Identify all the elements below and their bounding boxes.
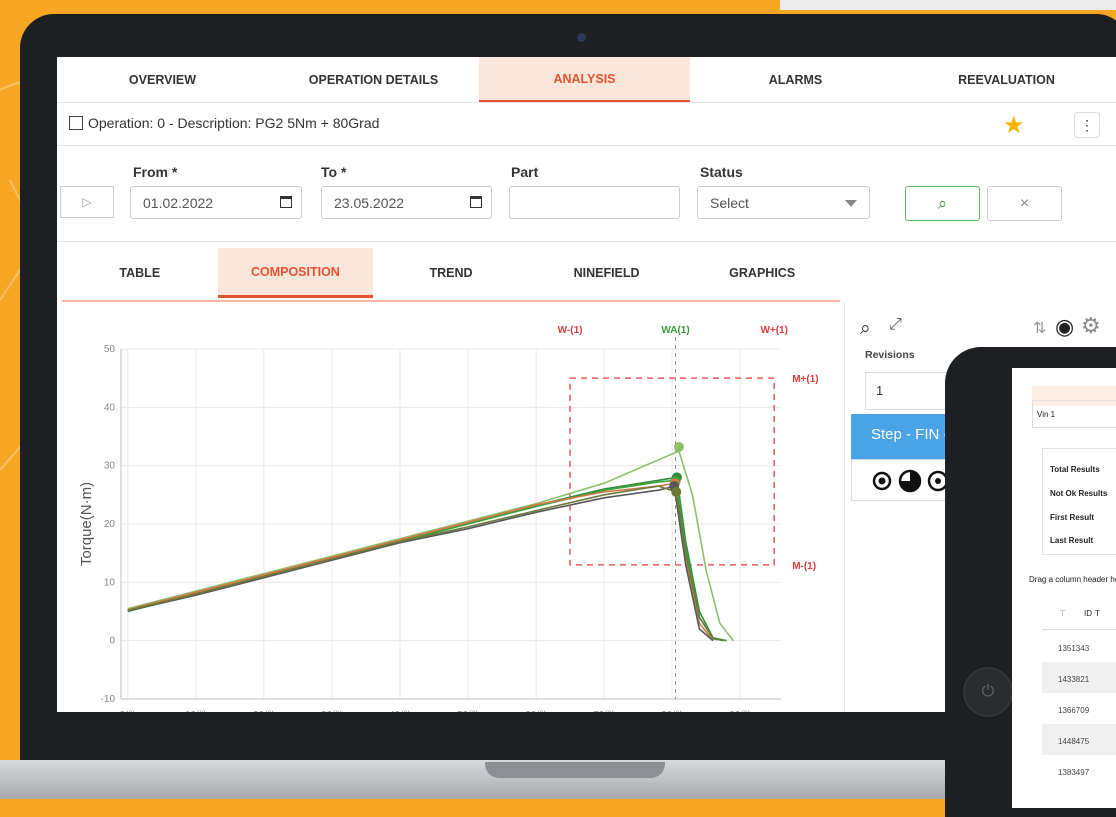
expand-icon[interactable]: ⤢ <box>889 316 902 334</box>
y-tick-label: 20 <box>104 519 116 530</box>
from-date-input[interactable]: 01.02.2022 <box>130 186 302 219</box>
phone-drag-hint: Drag a column header he <box>1029 575 1116 584</box>
composition-chart: 0(°) 10(°) 20(°) 30(°) 40(°) 50(°) 60(°) 70(°) 8… <box>57 302 843 712</box>
tab-alarms[interactable]: ALARMS <box>690 57 901 102</box>
phone-screen: Vin 1 Total Results Not Ok Results First… <box>1012 368 1116 808</box>
calendar-icon[interactable] <box>280 196 292 208</box>
y-tick-label: 10 <box>104 577 116 588</box>
y-tick-label: 0 <box>109 636 115 647</box>
pie-chart-icon[interactable] <box>898 469 922 493</box>
from-label: From * <box>133 164 178 180</box>
filter-bar: ▷ From * 01.02.2022 To * 23.05.2022 Part… <box>57 146 1116 242</box>
status-value: Select <box>710 195 749 211</box>
operation-icon <box>69 116 83 130</box>
sort-icon[interactable]: ⇅ <box>1033 318 1046 338</box>
to-date-input[interactable]: 23.05.2022 <box>321 186 492 219</box>
more-options-icon[interactable]: ⋮ <box>1074 112 1100 138</box>
series-line <box>127 450 735 642</box>
x-tick-label: 30(°) <box>321 710 343 712</box>
laptop-notch <box>485 762 665 778</box>
x-tick-label: 50(°) <box>457 710 479 712</box>
series-line <box>127 485 714 642</box>
series-end-point <box>671 486 682 497</box>
calendar-icon[interactable] <box>470 196 482 208</box>
part-input[interactable] <box>509 186 680 219</box>
tab-composition[interactable]: COMPOSITION <box>217 248 374 298</box>
y-tick-label: 50 <box>104 344 116 355</box>
y-tick-label: 30 <box>104 461 116 472</box>
x-tick-label: 80(°) <box>661 710 683 712</box>
y-tick-label: 40 <box>104 402 116 413</box>
series-line <box>127 479 727 642</box>
analysis-sub-tabs: TABLE COMPOSITION TREND NINEFIELD GRAPHI… <box>62 248 840 302</box>
chevron-down-icon <box>845 200 857 207</box>
status-label: Status <box>700 164 743 180</box>
phone-row-id: 1383497 <box>1058 768 1090 777</box>
phone-row-id: 1448475 <box>1058 737 1090 746</box>
x-tick-label: 0(°) <box>120 710 136 712</box>
search-button[interactable]: ⌕ <box>905 186 980 221</box>
phone-row-id: 1366709 <box>1058 706 1090 715</box>
w-minus-label: W-(1) <box>558 325 583 336</box>
phone-row-id: 1351343 <box>1058 644 1090 653</box>
eye-icon[interactable]: ◉ <box>1055 314 1074 340</box>
series-line <box>127 485 724 642</box>
torque-angle-chart: 0(°) 10(°) 20(°) 30(°) 40(°) 50(°) 60(°) 70(°) 8… <box>78 325 819 712</box>
series-line <box>127 482 714 642</box>
y-tick-label: -10 <box>101 694 116 705</box>
tab-operation-details[interactable]: OPERATION DETAILS <box>268 57 479 102</box>
home-button-icon: ⏻ <box>963 667 1013 717</box>
to-date-value: 23.05.2022 <box>334 195 405 211</box>
tab-ninefield[interactable]: NINEFIELD <box>529 248 685 298</box>
m-minus-label: M-(1) <box>792 561 816 572</box>
phone-stat-notok: Not Ok Results <box>1050 489 1108 498</box>
laptop-camera <box>577 33 586 42</box>
close-icon: × <box>1019 195 1030 212</box>
operation-bar: Operation: 0 - Description: PG2 5Nm + 80… <box>57 103 1116 146</box>
status-select[interactable]: Select <box>697 186 870 219</box>
revision-value: 1 <box>876 383 884 398</box>
to-label: To * <box>321 164 347 180</box>
phone-col-t[interactable]: T <box>1095 609 1100 618</box>
x-tick-label: 40(°) <box>389 710 411 712</box>
tab-reevaluation[interactable]: REEVALUATION <box>901 57 1112 102</box>
revisions-label: Revisions <box>865 349 915 361</box>
tab-overview[interactable]: OVERVIEW <box>57 57 268 102</box>
main-tabs: OVERVIEW OPERATION DETAILS ANALYSIS ALAR… <box>57 57 1116 103</box>
search-icon: ⌕ <box>937 194 948 213</box>
phone-stat-first: First Result <box>1050 513 1095 522</box>
clear-button[interactable]: × <box>987 186 1062 221</box>
m-plus-label: M+(1) <box>792 374 818 385</box>
eye-icon[interactable] <box>872 471 892 491</box>
y-axis-label: Torque(N·m) <box>78 482 95 566</box>
zoom-icon[interactable]: ⌕ <box>860 318 871 340</box>
x-tick-label: 70(°) <box>593 710 615 712</box>
tab-graphics[interactable]: GRAPHICS <box>684 248 840 298</box>
phone-col-id[interactable]: ID <box>1084 609 1092 618</box>
x-tick-label: 10(°) <box>185 710 207 712</box>
x-tick-label: 20(°) <box>253 710 275 712</box>
tab-table[interactable]: TABLE <box>62 248 218 298</box>
w-plus-label: W+(1) <box>760 325 788 336</box>
series-line <box>127 476 727 642</box>
series-end-point <box>673 442 684 452</box>
phone-row-id: 1433821 <box>1058 675 1090 684</box>
operation-description: Operation: 0 - Description: PG2 5Nm + 80… <box>88 115 380 131</box>
phone-stat-last: Last Result <box>1050 536 1094 545</box>
x-tick-label: 90(°) <box>729 710 751 712</box>
favorite-star-icon[interactable]: ★ <box>1003 111 1025 140</box>
phone-table-header <box>1042 596 1116 630</box>
gear-icon[interactable]: ⚙ <box>1081 313 1101 339</box>
from-date-value: 01.02.2022 <box>143 195 214 211</box>
wa-label: WA(1) <box>661 325 689 336</box>
tab-trend[interactable]: TREND <box>373 248 529 298</box>
filter-icon[interactable]: ⊤ <box>1059 609 1066 618</box>
x-tick-label: 60(°) <box>525 710 547 712</box>
phone-vin-field[interactable] <box>1032 400 1116 428</box>
tab-analysis[interactable]: ANALYSIS <box>479 57 690 102</box>
collapse-filter-button[interactable]: ▷ <box>60 186 114 218</box>
phone-stat-total: Total Results <box>1050 465 1100 474</box>
part-label: Part <box>511 164 539 180</box>
